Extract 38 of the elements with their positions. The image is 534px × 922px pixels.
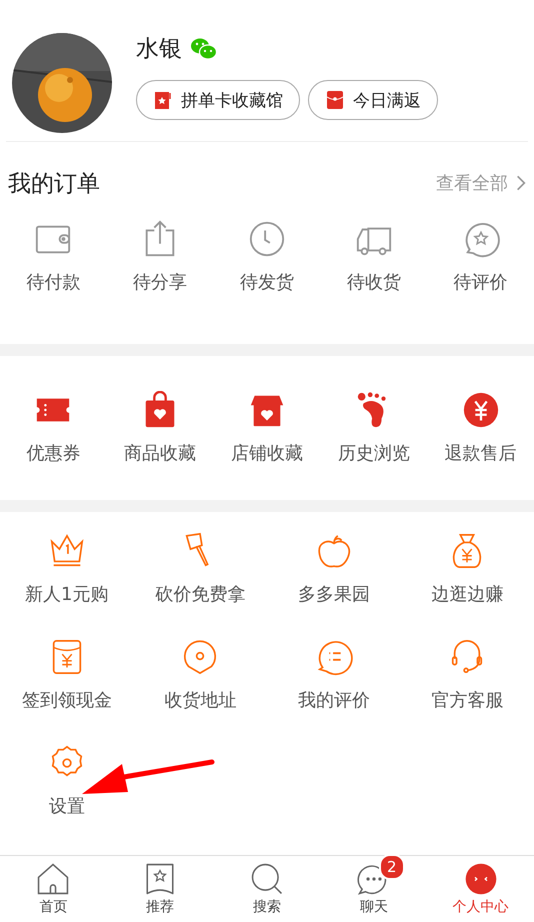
- tab[interactable]: 推荐: [106, 856, 214, 922]
- menu-label[interactable]: 砍价免费拿: [155, 582, 246, 606]
- envelope-icon: [325, 90, 345, 110]
- menu-label[interactable]: 新人1元购: [25, 582, 108, 606]
- menu-label[interactable]: 退款售后: [444, 441, 517, 465]
- menu-label[interactable]: 店铺收藏: [230, 441, 303, 465]
- collection-button[interactable]: 拼单卡收藏馆: [136, 80, 300, 120]
- menu-label[interactable]: 设置: [48, 794, 85, 818]
- tab[interactable]: 搜索: [214, 856, 320, 922]
- menu-label[interactable]: 收货地址: [164, 688, 236, 712]
- chevron-icon: [516, 174, 526, 192]
- tab[interactable]: 2 聊天: [320, 856, 428, 922]
- order-status-label[interactable]: 待收货: [346, 270, 401, 294]
- menu-label[interactable]: 签到领现金: [22, 688, 112, 712]
- clock-icon[interactable]: [248, 220, 286, 258]
- search-icon: [250, 862, 284, 896]
- cashback-button[interactable]: 今日满返: [308, 80, 438, 120]
- order-status-label[interactable]: 待发货: [240, 270, 294, 294]
- yen-icon[interactable]: [462, 391, 500, 429]
- tab[interactable]: 首页: [0, 856, 107, 922]
- menu-label[interactable]: 商品收藏: [124, 441, 196, 465]
- menu-label[interactable]: 边逛边赚: [431, 582, 504, 606]
- tab[interactable]: 个人中心: [427, 856, 534, 922]
- user-name: 水银: [136, 35, 182, 64]
- unread-badge: 2: [378, 854, 405, 880]
- menu-label[interactable]: 多多果园: [298, 582, 370, 606]
- home-icon: [36, 862, 70, 896]
- star-card-icon: [153, 90, 173, 110]
- menu-label[interactable]: 历史浏览: [338, 441, 410, 465]
- order-status-label[interactable]: 待分享: [133, 270, 188, 294]
- face-icon: [464, 862, 498, 896]
- menu-label[interactable]: 官方客服: [431, 688, 504, 712]
- order-status-label[interactable]: 待评价: [454, 270, 508, 294]
- menu-label[interactable]: 我的评价: [298, 688, 370, 712]
- section-title: 我的订单: [8, 170, 100, 198]
- menu-label[interactable]: 优惠券: [26, 441, 80, 465]
- order-status-label[interactable]: 待付款: [26, 270, 80, 294]
- chat-bubbles-icon: [190, 36, 218, 60]
